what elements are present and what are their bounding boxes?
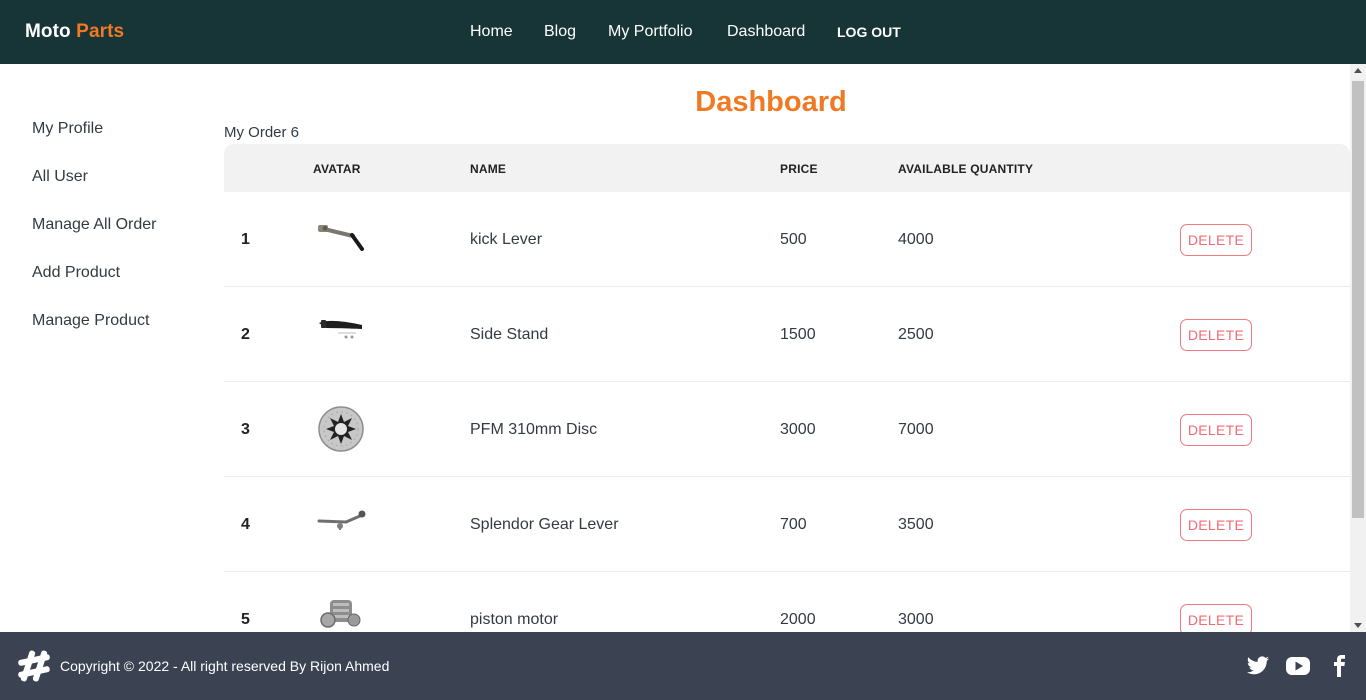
kick-lever-image [318,225,364,251]
piston-motor-image [320,600,361,628]
page-scrollbar[interactable] [1350,64,1366,632]
side-stand-image [319,320,362,339]
main-content: Dashboard My Order 6 AVATAR NAME PRICE A… [224,64,1350,632]
orders-table: AVATAR NAME PRICE AVAILABLE QUANTITY 1 k… [224,144,1350,632]
product-price: 500 [780,231,807,248]
delete-button[interactable]: DELETE [1180,604,1252,632]
table-header: AVATAR NAME PRICE AVAILABLE QUANTITY [224,144,1350,192]
logout-button[interactable]: LOG OUT [837,24,901,40]
nav-dashboard-link[interactable]: Dashboard [727,23,805,41]
dashboard-sidebar: My Profile All User Manage All Order Add… [0,64,210,632]
delete-button[interactable]: DELETE [1180,224,1252,256]
product-quantity: 4000 [898,231,934,248]
delete-button[interactable]: DELETE [1180,509,1252,541]
hash-logo-icon [18,650,50,682]
product-name: Splendor Gear Lever [470,516,619,533]
nav-home-link[interactable]: Home [470,23,513,41]
sidebar-item-manage-all-order[interactable]: Manage All Order [32,216,157,234]
page-title: Dashboard [695,86,847,118]
scrollbar-thumb[interactable] [1352,81,1364,518]
scroll-down-arrow-icon[interactable] [1354,623,1362,628]
product-name: kick Lever [470,231,543,248]
sidebar-item-add-product[interactable]: Add Product [32,264,120,282]
table-row: 1 kick Lever 500 4000 DELETE [224,192,1350,287]
youtube-icon[interactable] [1285,654,1311,678]
header-quantity: AVAILABLE QUANTITY [898,162,1034,176]
header-price: PRICE [780,162,818,176]
top-navbar: Moto Parts Home Blog My Portfolio Dashbo… [0,0,1366,64]
sidebar-item-manage-product[interactable]: Manage Product [32,312,149,330]
product-quantity: 3500 [898,516,934,533]
sidebar-item-all-user[interactable]: All User [32,168,88,186]
site-footer: Copyright © 2022 - All right reserved By… [0,632,1366,700]
nav-portfolio-link[interactable]: My Portfolio [608,23,692,41]
product-price: 2000 [780,611,816,628]
product-name: Side Stand [470,326,549,343]
scroll-up-arrow-icon[interactable] [1354,68,1362,73]
product-price: 3000 [780,421,816,438]
delete-button[interactable]: DELETE [1180,414,1252,446]
table-row: 2 Side Stand 1500 2500 DELETE [224,287,1350,382]
gear-lever-image [317,510,366,530]
brake-disc-image [318,406,364,452]
product-quantity: 7000 [898,421,934,438]
row-index: 2 [241,326,250,343]
row-index: 4 [241,516,250,533]
product-name: piston motor [470,611,559,628]
product-name: PFM 310mm Disc [470,421,598,438]
product-price: 700 [780,516,807,533]
product-quantity: 2500 [898,326,934,343]
copyright-text: Copyright © 2022 - All right reserved By… [60,658,390,674]
sidebar-item-my-profile[interactable]: My Profile [32,120,103,138]
product-quantity: 3000 [898,611,934,628]
twitter-icon[interactable] [1245,654,1271,678]
nav-menu: Home Blog My Portfolio Dashboard LOG OUT [0,0,1366,64]
table-row: 5 piston motor 2000 3000 DELETE [224,572,1350,632]
nav-blog-link[interactable]: Blog [544,23,576,41]
row-index: 5 [241,611,250,628]
header-avatar: AVATAR [313,162,361,176]
row-index: 1 [241,231,250,248]
table-row: 3 PFM 310mm Disc 3000 7000 DELETE [224,382,1350,477]
header-name: NAME [470,162,507,176]
product-price: 1500 [780,326,816,343]
facebook-icon[interactable] [1326,654,1352,678]
delete-button[interactable]: DELETE [1180,319,1252,351]
row-index: 3 [241,421,250,438]
table-row: 4 Splendor Gear Lever 700 3500 DELETE [224,477,1350,572]
order-count: My Order 6 [224,124,300,141]
